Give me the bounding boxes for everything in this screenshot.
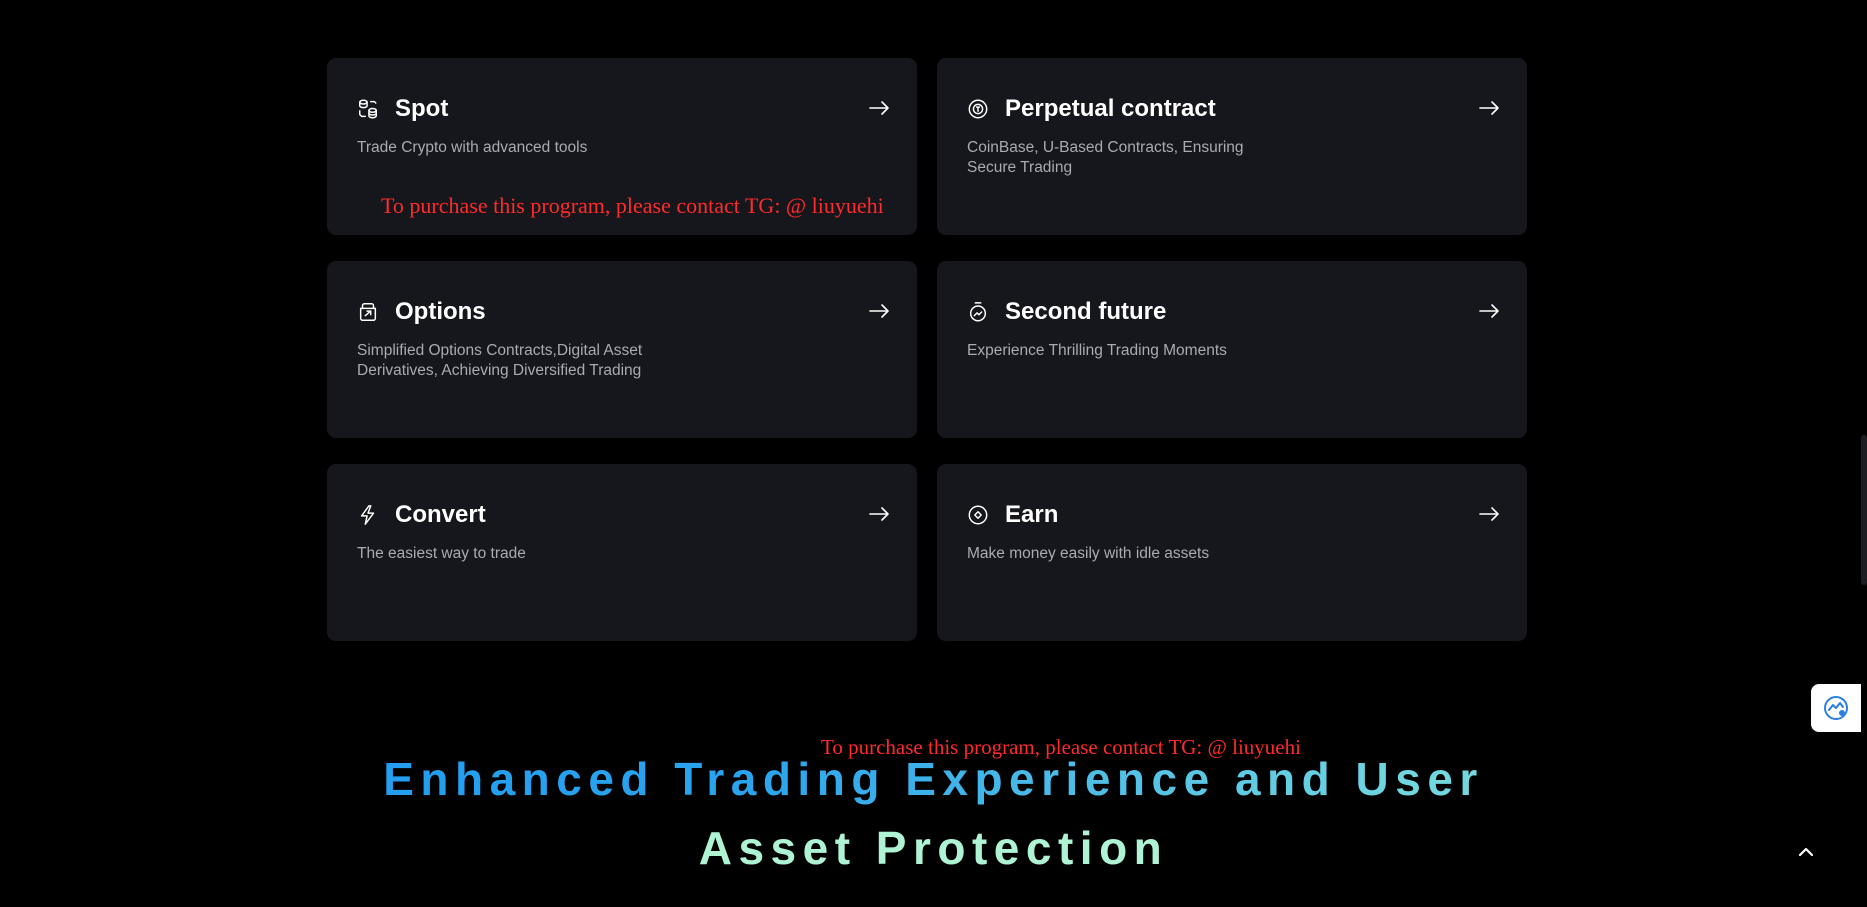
customer-service-widget[interactable] [1811,684,1861,732]
card-title: Earn [1005,501,1059,528]
scrollbar-thumb[interactable] [1861,435,1867,585]
card-title: Perpetual contract [1005,95,1216,122]
card-title: Convert [395,501,486,528]
card-header: Second future [967,287,1166,337]
chat-support-icon [1824,696,1848,720]
chevron-up-icon[interactable] [1794,840,1818,864]
card-title: Spot [395,95,449,122]
card-header: Options [357,287,486,337]
card-title: Second future [1005,298,1167,325]
spot-icon [357,98,379,120]
card-description: Make money easily with idle assets [967,545,1210,562]
card-description: Simplified Options Contracts,Digital Ass… [357,342,643,379]
perpetual-icon [967,98,989,120]
card-options[interactable]: Options Simplified Options Contracts,Dig… [327,261,917,438]
card-header: Perpetual contract [967,84,1216,134]
arrow-right-icon[interactable] [867,96,891,120]
card-description: CoinBase, U-Based Contracts, Ensuring Se… [967,139,1244,176]
arrow-right-icon[interactable] [867,502,891,526]
arrow-right-icon[interactable] [1477,299,1501,323]
earn-icon [967,504,989,526]
card-header: Earn [967,490,1058,540]
card-description: Experience Thrilling Trading Moments [967,342,1227,359]
lightning-icon [357,504,379,526]
card-title: Options [395,298,486,325]
card-second-future[interactable]: Second future Experience Thrilling Tradi… [937,261,1527,438]
page: Spot Trade Crypto with advanced tools Pe… [0,0,1867,907]
card-header: Spot [357,84,448,134]
card-convert[interactable]: Convert The easiest way to trade [327,464,917,641]
card-header: Convert [357,490,486,540]
card-description: Trade Crypto with advanced tools [357,139,588,156]
arrow-right-icon[interactable] [1477,96,1501,120]
section-headline-line-1: Enhanced Trading Experience and User [0,752,1867,806]
card-earn[interactable]: Earn Make money easily with idle assets [937,464,1527,641]
section-headline-line-2: Asset Protection [698,822,1169,874]
arrow-right-icon[interactable] [1477,502,1501,526]
card-description: The easiest way to trade [357,545,526,562]
arrow-right-icon[interactable] [867,299,891,323]
card-perpetual-contract[interactable]: Perpetual contract CoinBase, U-Based Con… [937,58,1527,235]
options-icon [357,301,379,323]
watermark-text: To purchase this program, please contact… [381,193,884,218]
stopwatch-icon [967,301,989,323]
